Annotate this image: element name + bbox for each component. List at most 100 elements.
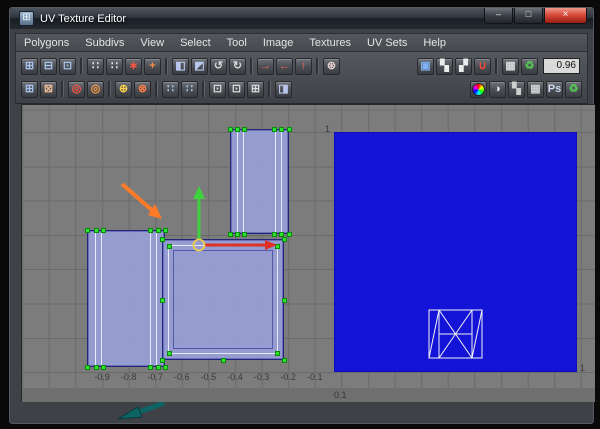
uv-vertex[interactable]: [275, 244, 280, 249]
axis-label-u: -0.5: [200, 372, 217, 382]
pixel-grid-icon: ▦: [530, 82, 541, 95]
close-button[interactable]: ×: [544, 8, 587, 24]
uv-vertex[interactable]: [148, 228, 153, 233]
uv-vertex[interactable]: [235, 127, 240, 132]
move-uv-left-icon[interactable]: ∷: [87, 57, 104, 75]
uv-vertex[interactable]: [101, 365, 106, 370]
texture-tile-icon[interactable]: ▦: [502, 57, 519, 75]
titlebar[interactable]: ⊞ UV Texture Editor – □ ×: [10, 8, 593, 29]
uv-shell-center[interactable]: [162, 239, 284, 360]
uv-vertex[interactable]: [279, 127, 284, 132]
uv-vertex[interactable]: [94, 228, 99, 233]
grid-distortion-icon[interactable]: ⊡: [59, 57, 76, 75]
grid-shaded-icon[interactable]: ⊟: [40, 57, 57, 75]
menu-help[interactable]: Help: [415, 36, 454, 50]
uv-vertex[interactable]: [275, 351, 280, 356]
uv-texture-space[interactable]: [334, 132, 577, 372]
toolbar-separator: [80, 58, 83, 74]
snap-uv-grid-icon: ∷: [167, 82, 174, 95]
reset-uvs-icon[interactable]: ◎: [87, 80, 104, 98]
uv-vertex[interactable]: [163, 365, 168, 370]
magnet-snap-icon[interactable]: ∪: [474, 57, 491, 75]
unfold-uvs-icon[interactable]: ⊡: [228, 80, 245, 98]
uv-smear-icon[interactable]: ⊠: [40, 80, 57, 98]
menu-view[interactable]: View: [132, 36, 172, 50]
layout-uvs-icon[interactable]: ⊡: [209, 80, 226, 98]
uv-vertex[interactable]: [221, 358, 226, 363]
flip-u-icon[interactable]: ◧: [172, 57, 189, 75]
update-image-icon[interactable]: ♻: [521, 57, 538, 75]
uv-vertex[interactable]: [272, 127, 277, 132]
delete-uvs-icon[interactable]: ◎: [68, 80, 85, 98]
uv-vertex[interactable]: [242, 127, 247, 132]
align-v-max-icon: ↑: [300, 59, 307, 72]
filter-display-icon[interactable]: ▞: [455, 57, 472, 75]
uv-vertex[interactable]: [160, 358, 165, 363]
align-u-max-icon[interactable]: ←: [276, 57, 293, 75]
snap-uv-grid-icon[interactable]: ∷: [162, 80, 179, 98]
uv-vertex[interactable]: [242, 232, 247, 237]
uv-vertex[interactable]: [156, 365, 161, 370]
rotate-ccw-icon[interactable]: ↺: [210, 57, 227, 75]
uv-vertex[interactable]: [272, 232, 277, 237]
grid-shaded-icon: ⊟: [43, 59, 54, 72]
align-v-max-icon[interactable]: ↑: [295, 57, 312, 75]
uv-lattice-icon[interactable]: ⊞: [21, 80, 38, 98]
toolbar-separator: [316, 58, 319, 74]
uv-vertex[interactable]: [167, 351, 172, 356]
uv-vertex[interactable]: [160, 237, 165, 242]
axis-label-u: -0.8: [120, 372, 137, 382]
display-image-icon[interactable]: ▣: [417, 57, 434, 75]
menu-polygons[interactable]: Polygons: [16, 36, 77, 50]
uv-vertex[interactable]: [156, 228, 161, 233]
unweld-uvs-icon[interactable]: ⊗: [134, 80, 151, 98]
uv-shell-left[interactable]: [87, 230, 165, 367]
align-u-min-icon[interactable]: →: [257, 57, 274, 75]
uv-vertex[interactable]: [282, 237, 287, 242]
uv-vertex[interactable]: [282, 298, 287, 303]
minimize-button[interactable]: –: [484, 8, 513, 24]
uv-vertex[interactable]: [101, 228, 106, 233]
snap-together-icon[interactable]: ⊛: [323, 57, 340, 75]
menu-uv-sets[interactable]: UV Sets: [359, 36, 415, 50]
uv-vertex[interactable]: [287, 127, 292, 132]
cut-uv-edges-icon[interactable]: ∗: [125, 57, 142, 75]
uv-vertex[interactable]: [94, 365, 99, 370]
uv-vertex[interactable]: [148, 365, 153, 370]
sew-uv-edges-icon[interactable]: +: [144, 57, 161, 75]
menu-textures[interactable]: Textures: [301, 36, 359, 50]
uv-vertex[interactable]: [160, 298, 165, 303]
uv-vertex[interactable]: [85, 228, 90, 233]
psd-network-icon[interactable]: Ps: [546, 80, 563, 98]
maximize-button[interactable]: □: [514, 8, 543, 24]
dim-value-field[interactable]: 0.96: [543, 58, 580, 74]
rotate-cw-icon[interactable]: ↻: [229, 57, 246, 75]
pixel-grid-icon[interactable]: ▦: [527, 80, 544, 98]
isolate-select-icon[interactable]: ◨: [275, 80, 292, 98]
uv-canvas[interactable]: -0.9 -0.8 -0.7 -0.6 -0.5 -0.4 -0.3 -0.2 -0.1 1 1…: [21, 104, 595, 402]
alpha-channel-icon[interactable]: ◑: [489, 80, 506, 98]
menu-select[interactable]: Select: [172, 36, 219, 50]
flip-v-icon[interactable]: ◩: [191, 57, 208, 75]
grid-texture-icon[interactable]: ⊞: [21, 57, 38, 75]
snap-uv-pixel-icon[interactable]: ∷: [181, 80, 198, 98]
uv-vertex[interactable]: [228, 232, 233, 237]
menu-image[interactable]: Image: [255, 36, 302, 50]
weld-uvs-icon[interactable]: ⊕: [115, 80, 132, 98]
uv-vertex[interactable]: [235, 232, 240, 237]
uv-vertex[interactable]: [228, 127, 233, 132]
force-refresh-icon[interactable]: ♻: [565, 80, 582, 98]
dim-image-icon[interactable]: ▚: [508, 80, 525, 98]
menu-subdivs[interactable]: Subdivs: [77, 36, 132, 50]
move-uv-right-icon[interactable]: ∷: [106, 57, 123, 75]
rgb-channels-icon[interactable]: [470, 80, 487, 98]
uv-vertex[interactable]: [163, 228, 168, 233]
checker-display-icon[interactable]: ▚: [436, 57, 453, 75]
uv-vertex[interactable]: [167, 244, 172, 249]
uv-vertex[interactable]: [282, 358, 287, 363]
uv-shell-top[interactable]: [230, 129, 289, 234]
uv-vertex[interactable]: [85, 365, 90, 370]
uv-vertex[interactable]: [287, 232, 292, 237]
relax-uvs-icon[interactable]: ⊞: [247, 80, 264, 98]
menu-tool[interactable]: Tool: [219, 36, 255, 50]
